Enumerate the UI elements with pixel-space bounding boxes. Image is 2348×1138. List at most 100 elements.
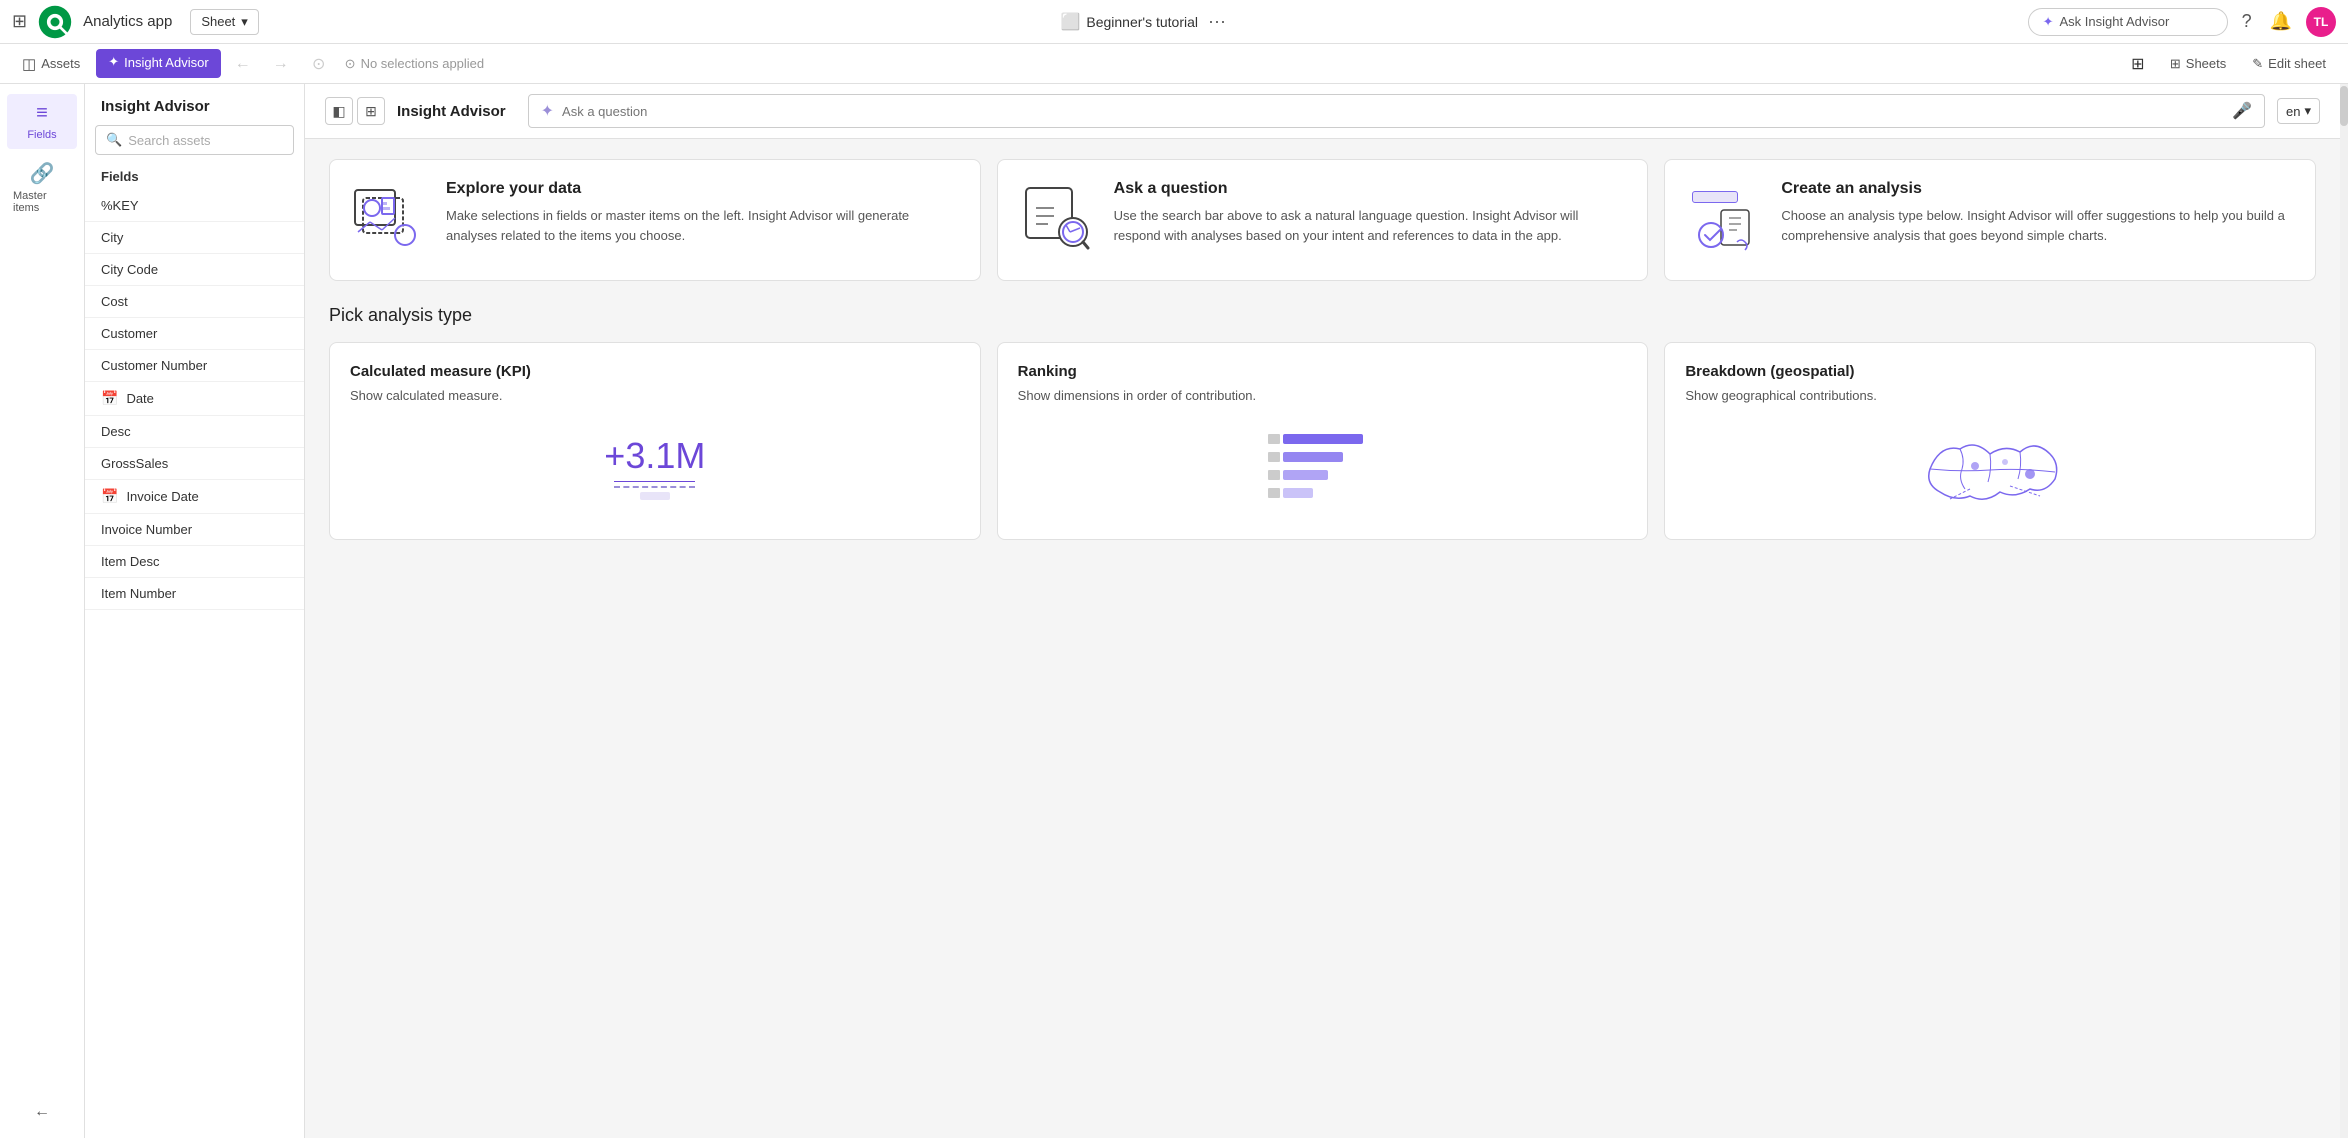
create-card-content: Create an analysis Choose an analysis ty… [1781, 180, 2295, 245]
ask-question-bar[interactable]: ✦ 🎤 [528, 94, 2265, 128]
explore-card-icon [350, 180, 430, 260]
create-card-icon [1685, 180, 1765, 260]
info-cards-row: Explore your data Make selections in fie… [329, 159, 2316, 281]
fields-icon: ≡ [36, 102, 48, 125]
scroll-thumb[interactable] [2340, 86, 2348, 126]
sheet-dropdown[interactable]: Sheet ▾ [190, 9, 259, 35]
assets-label: Assets [41, 56, 80, 71]
grid-view-icon[interactable]: ⊞ [2122, 48, 2154, 80]
left-panel-master-items[interactable]: 🔗 Master items [7, 153, 77, 222]
kpi-dotted-line [614, 486, 695, 488]
edit-sheet-label: Edit sheet [2268, 56, 2326, 71]
kpi-visual: +3.1M [350, 419, 960, 519]
field-item-customer[interactable]: Customer [85, 318, 304, 350]
edit-sheet-button[interactable]: ✎ Edit sheet [2242, 51, 2336, 77]
kpi-number: +3.1M [604, 435, 705, 477]
field-name: Customer [101, 326, 157, 341]
field-item-invoice-date[interactable]: 📅Invoice Date [85, 480, 304, 514]
help-icon[interactable]: ? [2238, 7, 2256, 36]
link-icon: 🔗 [30, 161, 55, 186]
microphone-icon[interactable]: 🎤 [2232, 101, 2252, 121]
field-item-item-number[interactable]: Item Number [85, 578, 304, 610]
fields-panel-label: Fields [27, 129, 56, 141]
kpi-card-desc: Show calculated measure. [350, 388, 960, 403]
toggle-panel-right-button[interactable]: ⊞ [357, 97, 385, 125]
field-item-city-code[interactable]: City Code [85, 254, 304, 286]
collapse-panel-button[interactable]: ← [26, 1096, 58, 1128]
language-selector[interactable]: en ▾ [2277, 98, 2320, 124]
field-item--key[interactable]: %KEY [85, 190, 304, 222]
field-name: Item Desc [101, 554, 160, 569]
insight-advisor-tab-label: Insight Advisor [124, 55, 209, 70]
app-title: Analytics app [83, 13, 172, 30]
fields-section-label: Fields [85, 165, 304, 190]
field-item-invoice-number[interactable]: Invoice Number [85, 514, 304, 546]
field-name: Invoice Number [101, 522, 192, 537]
qlik-logo[interactable] [37, 4, 73, 40]
field-item-item-desc[interactable]: Item Desc [85, 546, 304, 578]
master-items-panel-label: Master items [13, 190, 71, 214]
tutorial-icon: ⬜ [1060, 12, 1080, 32]
ask-card-icon [1018, 180, 1098, 260]
field-item-grosssales[interactable]: GrossSales [85, 448, 304, 480]
ask-card-content: Ask a question Use the search bar above … [1114, 180, 1628, 245]
field-name: City [101, 230, 123, 245]
ia-content-title: Insight Advisor [397, 103, 506, 120]
selection-back-icon[interactable]: ← [227, 48, 259, 80]
field-item-city[interactable]: City [85, 222, 304, 254]
sheet-dropdown-label: Sheet [201, 14, 235, 29]
selection-forward-icon[interactable]: → [265, 48, 297, 80]
field-item-customer-number[interactable]: Customer Number [85, 350, 304, 382]
explore-card-title: Explore your data [446, 180, 960, 198]
clear-selection-icon[interactable]: ⊙ [303, 48, 335, 80]
explore-card-desc: Make selections in fields or master item… [446, 206, 960, 245]
geo-analysis-card[interactable]: Breakdown (geospatial) Show geographical… [1664, 342, 2316, 540]
assets-button[interactable]: ◫ Assets [12, 50, 90, 78]
kpi-value-display: +3.1M [604, 435, 705, 504]
kpi-analysis-card[interactable]: Calculated measure (KPI) Show calculated… [329, 342, 981, 540]
top-navigation: ⊞ Analytics app Sheet ▾ ⬜ Beginner's tut… [0, 0, 2348, 44]
field-name: Date [126, 391, 153, 406]
create-card-title: Create an analysis [1781, 180, 2295, 198]
field-item-cost[interactable]: Cost [85, 286, 304, 318]
ask-card-desc: Use the search bar above to ask a natura… [1114, 206, 1628, 245]
field-list: %KEY City City CodeCost Customer Customer Nu… [85, 190, 304, 1138]
ranking-analysis-card[interactable]: Ranking Show dimensions in order of cont… [997, 342, 1649, 540]
ask-advisor-label: Ask Insight Advisor [2059, 14, 2169, 29]
ask-question-input[interactable] [562, 104, 2224, 119]
tutorial-label: Beginner's tutorial [1086, 14, 1198, 30]
notifications-icon[interactable]: 🔔 [2266, 7, 2296, 36]
explore-data-card: Explore your data Make selections in fie… [329, 159, 981, 281]
geo-card-desc: Show geographical contributions. [1685, 388, 2295, 403]
left-panel-fields[interactable]: ≡ Fields [7, 94, 77, 149]
ask-insight-advisor-button[interactable]: ✦ Ask Insight Advisor [2028, 8, 2228, 36]
ranking-card-desc: Show dimensions in order of contribution… [1018, 388, 1628, 403]
insight-advisor-tab-button[interactable]: ✦ Insight Advisor [96, 49, 220, 78]
sidebar-title: Insight Advisor [85, 84, 304, 125]
sheets-label: Sheets [2186, 56, 2226, 71]
field-item-date[interactable]: 📅 Date [85, 382, 304, 416]
ia-header: ◧ ⊞ Insight Advisor ✦ 🎤 en ▾ [305, 84, 2340, 139]
field-name: Customer Number [101, 358, 207, 373]
content-area: Explore your data Make selections in fie… [305, 139, 2340, 560]
grid-menu-icon[interactable]: ⊞ [12, 11, 27, 32]
toggle-panel-left-button[interactable]: ◧ [325, 97, 353, 125]
calendar-icon: 📅 [101, 390, 118, 407]
avatar[interactable]: TL [2306, 7, 2336, 37]
sheets-button[interactable]: ⊞ Sheets [2160, 51, 2236, 77]
field-name: GrossSales [101, 456, 168, 471]
search-assets-input[interactable]: 🔍 Search assets [95, 125, 294, 155]
right-scrollbar[interactable] [2340, 84, 2348, 1138]
more-options-icon[interactable]: ··· [1208, 11, 1226, 32]
ask-bar-spark-icon: ✦ [541, 101, 554, 121]
ranking-card-title: Ranking [1018, 363, 1628, 380]
main-content: ◧ ⊞ Insight Advisor ✦ 🎤 en ▾ [305, 84, 2340, 1138]
field-item-desc[interactable]: Desc [85, 416, 304, 448]
assets-icon: ◫ [22, 55, 36, 73]
ask-question-card: Ask a question Use the search bar above … [997, 159, 1649, 281]
field-name: Item Number [101, 586, 176, 601]
edit-icon: ✎ [2252, 56, 2263, 72]
ranking-visual [1018, 419, 1628, 519]
kpi-bar [640, 492, 670, 500]
tutorial-section: ⬜ Beginner's tutorial [1060, 12, 1198, 32]
